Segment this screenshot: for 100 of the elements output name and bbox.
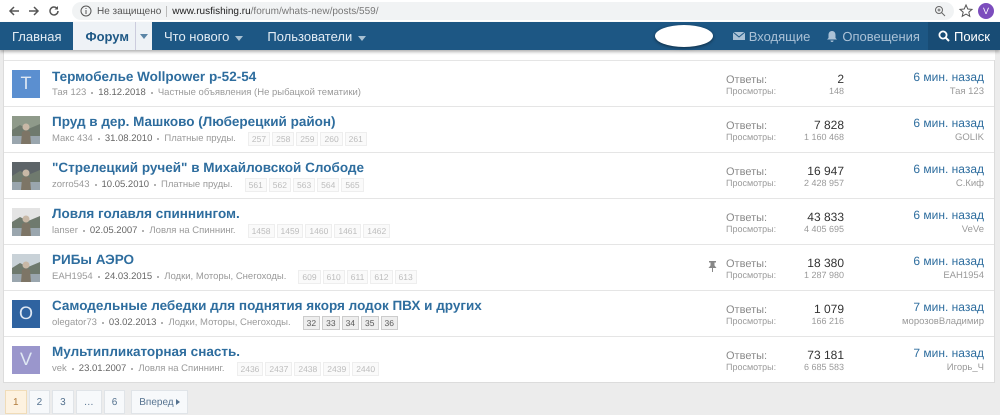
letter-avatar[interactable]: T <box>12 70 40 98</box>
last-poster[interactable]: EAH1954 <box>943 270 984 281</box>
last-post-time[interactable]: 6 мин. назад <box>913 208 984 222</box>
page-button[interactable]: 3 <box>52 390 74 414</box>
page-button[interactable]: … <box>76 390 102 414</box>
letter-avatar[interactable]: O <box>12 300 40 328</box>
forum-name[interactable]: Частные объявления (Не рыбацкой тематики) <box>158 87 361 98</box>
views-count: 6 685 583 <box>802 362 844 372</box>
page-link[interactable]: 1462 <box>363 224 390 238</box>
page-link[interactable]: 563 <box>292 178 316 192</box>
thread-author[interactable]: lanser <box>52 225 78 236</box>
last-post-time[interactable]: 7 мин. назад <box>913 346 984 360</box>
page-link[interactable]: 1459 <box>276 224 304 238</box>
last-post-time[interactable]: 6 мин. назад <box>913 116 984 130</box>
thread-title[interactable]: Термобелье Wollpower p-52-54 <box>52 69 708 84</box>
last-poster[interactable]: С.Киф <box>956 178 984 189</box>
page-button[interactable]: 2 <box>28 390 50 414</box>
caret-icon <box>358 36 366 40</box>
page-link[interactable]: 2436 <box>236 362 264 376</box>
page-link[interactable]: 611 <box>346 270 368 284</box>
page-link[interactable]: 565 <box>341 178 364 192</box>
star-icon[interactable] <box>958 3 974 19</box>
page-link[interactable]: 260 <box>320 132 343 146</box>
page-link[interactable]: 610 <box>322 270 345 284</box>
thread-title[interactable]: "Стрелецкий ручей" в Михайловской Слободе <box>52 160 708 174</box>
forum-name[interactable]: Платные пруды. <box>161 179 233 190</box>
page-link[interactable]: 259 <box>296 132 318 146</box>
thread-title[interactable]: Пруд в дер. Машково (Люберецкий район) <box>52 114 708 128</box>
page-link[interactable]: 1458 <box>248 224 274 238</box>
forum-name[interactable]: Ловля на Спиннинг. <box>138 363 224 374</box>
last-poster[interactable]: Игорь_Ч <box>946 362 984 373</box>
page-link[interactable]: 32 <box>302 316 320 330</box>
next-button[interactable]: Вперед <box>131 390 188 414</box>
replies-count: 43 833 <box>806 210 844 224</box>
page-link[interactable]: 36 <box>380 316 398 330</box>
page-link[interactable]: 2438 <box>294 362 322 376</box>
page-link[interactable]: 2439 <box>323 362 350 376</box>
nav-tab[interactable]: Что нового <box>152 22 256 50</box>
last-poster[interactable]: морозовВладимир <box>902 316 984 327</box>
thread-date: 23.01.2007 <box>78 363 126 374</box>
thread-author[interactable]: Тая 123 <box>52 87 86 98</box>
forum-name[interactable]: Ловля на Спиннинг. <box>149 225 236 236</box>
thread-title[interactable]: РИБы АЭРО <box>52 252 708 266</box>
last-poster[interactable]: GOLIK <box>954 132 984 143</box>
forum-name[interactable]: Платные пруды. <box>164 133 236 144</box>
page-link[interactable]: 561 <box>244 178 267 192</box>
replies-count: 7 828 <box>812 118 844 132</box>
page-link[interactable]: 257 <box>248 132 270 146</box>
page-link[interactable]: 564 <box>317 178 340 192</box>
thread-date: 18.12.2018 <box>98 87 146 98</box>
forum-name[interactable]: Лодки, Моторы, Снегоходы. <box>164 271 286 282</box>
page-link[interactable]: 612 <box>370 270 393 284</box>
page-link[interactable]: 33 <box>322 316 340 330</box>
nav-tab[interactable]: Пользователи <box>255 22 378 50</box>
last-post-time[interactable]: 6 мин. назад <box>913 70 984 84</box>
address-bar[interactable]: Не защищено www.rusfishing.ru/forum/whats-new/posts/559/ <box>72 2 954 20</box>
thread-author[interactable]: vek <box>52 363 67 374</box>
page-button[interactable]: 6 <box>104 390 126 414</box>
replies-count: 16 947 <box>806 164 844 178</box>
profile-avatar[interactable]: V <box>978 3 994 19</box>
page-link[interactable]: 609 <box>298 270 321 284</box>
thread-title[interactable]: Мультипликаторная снасть. <box>52 344 708 358</box>
last-post-time[interactable]: 6 мин. назад <box>913 254 984 268</box>
letter-avatar[interactable]: V <box>12 346 40 374</box>
nav-link[interactable]: Входящие <box>724 22 818 50</box>
nav-tab[interactable]: Форум <box>73 22 152 50</box>
page-button[interactable]: 1 <box>5 390 27 414</box>
page-link[interactable]: 1460 <box>305 224 332 238</box>
zoom-icon[interactable] <box>934 5 946 17</box>
thread-author[interactable]: Макс 434 <box>52 133 93 144</box>
page-link[interactable]: 562 <box>268 178 291 192</box>
page-link[interactable]: 1461 <box>334 224 362 238</box>
thread-title[interactable]: Самодельные лебедки для поднятия якоря лодок ПВХ и других <box>52 298 708 312</box>
page-link[interactable]: 34 <box>342 316 360 330</box>
thread-author[interactable]: olegator73 <box>52 317 97 328</box>
views-count: 2 428 957 <box>802 178 844 188</box>
views-count: 4 405 695 <box>802 224 844 234</box>
thread-date: 24.03.2015 <box>104 271 152 282</box>
page-link[interactable]: 35 <box>361 316 378 330</box>
last-post-time[interactable]: 7 мин. назад <box>913 300 984 314</box>
views-count: 1 287 980 <box>802 270 844 280</box>
thread-title[interactable]: Ловля голавля спиннингом. <box>52 206 708 220</box>
nav-tab[interactable]: Главная <box>0 22 74 50</box>
views-label: Просмотры: <box>726 316 778 326</box>
page-link[interactable]: 2437 <box>265 362 292 376</box>
page-link[interactable]: 261 <box>344 132 367 146</box>
nav-link[interactable]: Оповещения <box>818 22 928 50</box>
last-post-time[interactable]: 6 мин. назад <box>913 162 984 176</box>
page-link[interactable]: 258 <box>272 132 294 146</box>
page-link[interactable]: 613 <box>394 270 417 284</box>
thread-author[interactable]: zorro543 <box>52 179 90 190</box>
last-poster[interactable]: Тая 123 <box>950 86 984 97</box>
thread-author[interactable]: EAH1954 <box>52 271 93 282</box>
last-poster[interactable]: VeVe <box>962 224 984 235</box>
views-count: 148 <box>828 86 844 96</box>
caret-icon <box>176 399 180 405</box>
thread-date: 10.05.2010 <box>102 179 150 190</box>
forum-name[interactable]: Лодки, Моторы, Снегоходы. <box>168 317 291 328</box>
thread-date: 02.05.2007 <box>90 225 138 236</box>
page-link[interactable]: 2440 <box>352 362 380 376</box>
